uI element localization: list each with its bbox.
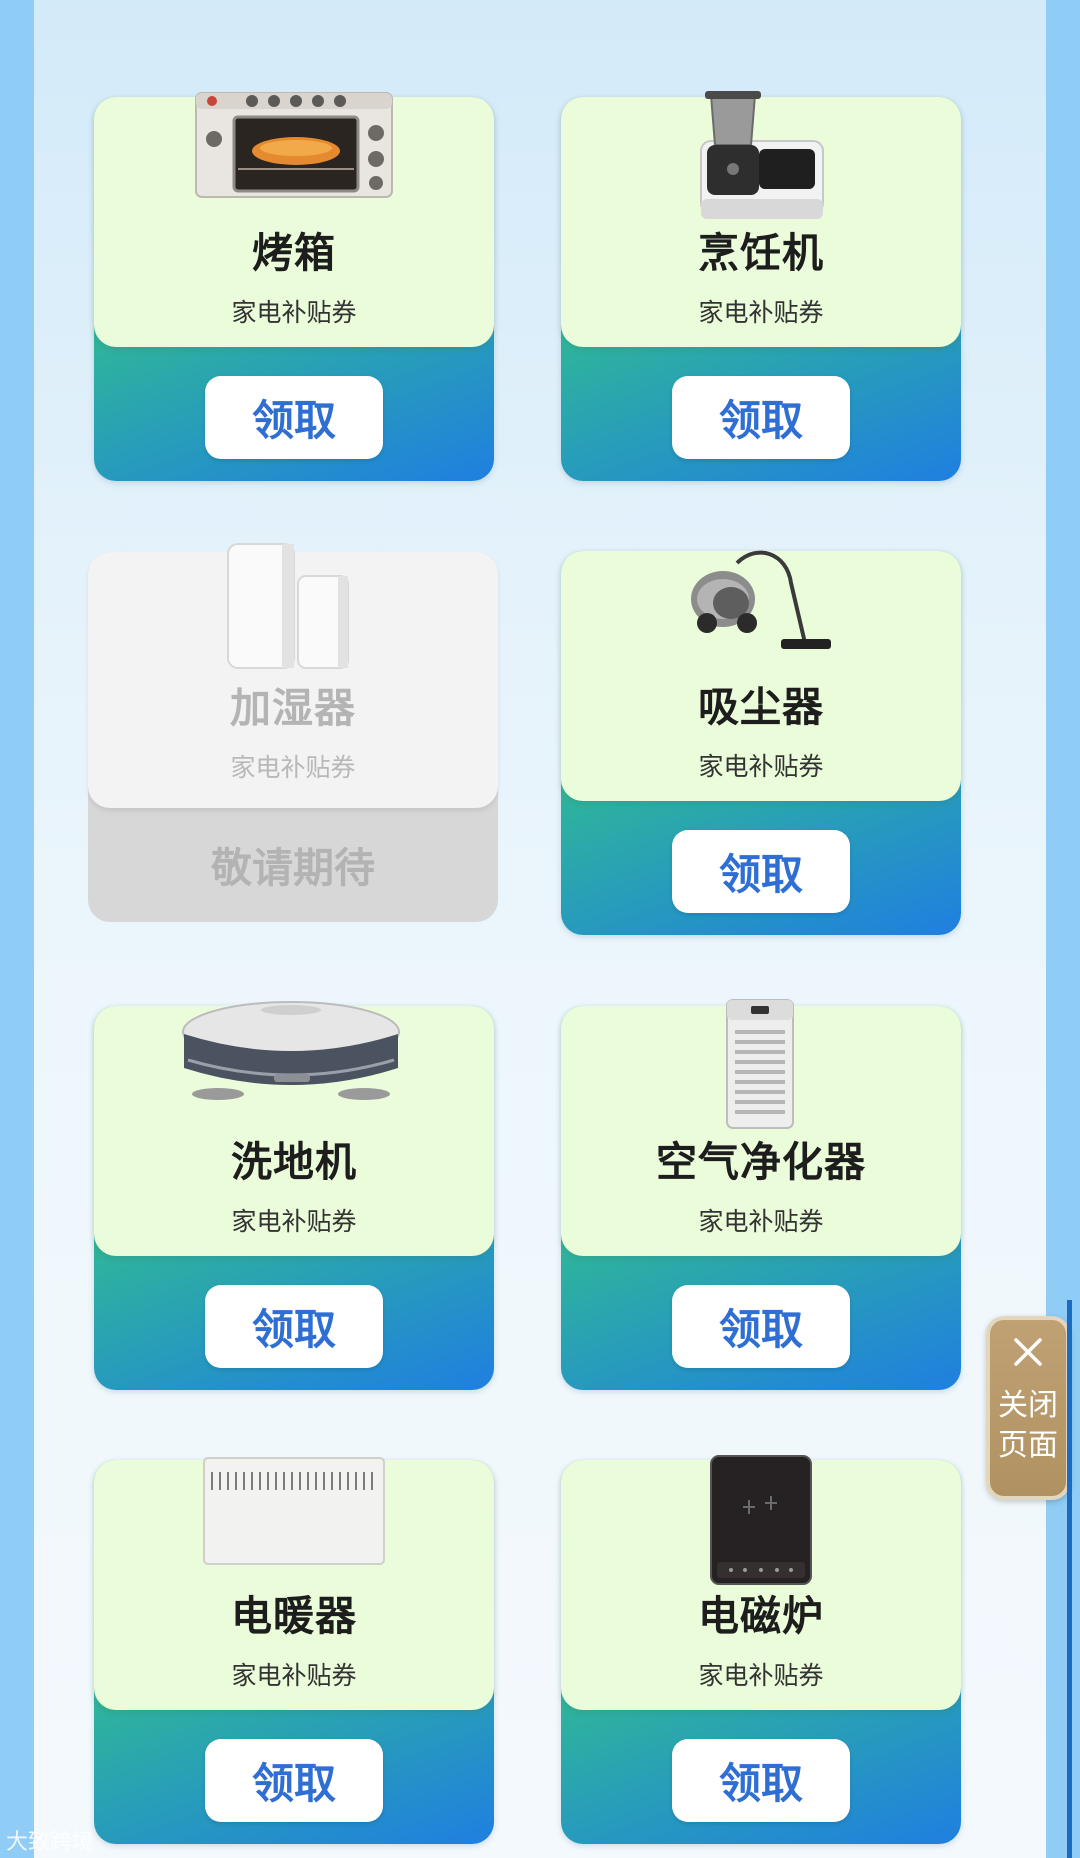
induction-cooker-image bbox=[710, 1455, 812, 1585]
coupon-card-electric-heater: 电暖器 家电补贴券 领取 bbox=[94, 1457, 494, 1844]
product-subtitle: 家电补贴券 bbox=[698, 752, 824, 781]
coupon-card-oven: 烤箱 家电补贴券 领取 bbox=[94, 92, 494, 481]
product-subtitle: 家电补贴券 bbox=[698, 1661, 824, 1690]
oven-image bbox=[195, 92, 393, 198]
claim-button[interactable]: 领取 bbox=[205, 376, 383, 459]
coupon-card-induction-cooker: 电磁炉 家电补贴券 领取 bbox=[561, 1455, 961, 1844]
coupon-card-floor-washer: 洗地机 家电补贴券 领取 bbox=[94, 1001, 494, 1390]
product-name: 加湿器 bbox=[230, 684, 356, 732]
close-page-label: 关闭 页面 bbox=[998, 1388, 1058, 1463]
coming-soon-label: 敬请期待 bbox=[211, 844, 375, 892]
claim-button[interactable]: 领取 bbox=[672, 376, 850, 459]
product-name: 吸尘器 bbox=[698, 683, 824, 731]
floor-washer-image bbox=[182, 1001, 400, 1100]
claim-button[interactable]: 领取 bbox=[205, 1285, 383, 1368]
claim-button[interactable]: 领取 bbox=[672, 830, 850, 913]
coupon-card-humidifier: 加湿器 家电补贴券 敬请期待 bbox=[88, 543, 498, 922]
scrollbar[interactable] bbox=[1067, 1300, 1072, 1858]
coupon-card-cooking-machine: 烹饪机 家电补贴券 领取 bbox=[561, 91, 961, 481]
air-purifier-image bbox=[726, 999, 794, 1129]
watermark: 大致跨境 bbox=[6, 1830, 95, 1855]
product-subtitle: 家电补贴券 bbox=[698, 1207, 824, 1236]
coupon-card-air-purifier: 空气净化器 家电补贴券 领取 bbox=[561, 999, 961, 1390]
humidifier-image bbox=[227, 543, 349, 669]
product-name: 洗地机 bbox=[231, 1138, 357, 1186]
vacuum-cleaner-image bbox=[691, 550, 831, 649]
product-name: 空气净化器 bbox=[656, 1138, 866, 1186]
coupon-card-vacuum-cleaner: 吸尘器 家电补贴券 领取 bbox=[561, 550, 961, 935]
product-subtitle: 家电补贴券 bbox=[231, 1661, 357, 1690]
cooking-machine-image bbox=[700, 91, 824, 219]
product-name: 烤箱 bbox=[252, 229, 336, 277]
electric-heater-image bbox=[203, 1457, 385, 1565]
claim-button[interactable]: 领取 bbox=[672, 1739, 850, 1822]
close-icon bbox=[1014, 1338, 1042, 1366]
product-subtitle: 家电补贴券 bbox=[230, 753, 356, 782]
product-subtitle: 家电补贴券 bbox=[231, 1207, 357, 1236]
product-subtitle: 家电补贴券 bbox=[231, 298, 357, 327]
close-page-button[interactable]: 关闭 页面 bbox=[986, 1316, 1070, 1500]
product-name: 电暖器 bbox=[231, 1592, 357, 1640]
product-name: 电磁炉 bbox=[698, 1592, 824, 1640]
claim-button[interactable]: 领取 bbox=[205, 1739, 383, 1822]
claim-button[interactable]: 领取 bbox=[672, 1285, 850, 1368]
product-subtitle: 家电补贴券 bbox=[698, 298, 824, 327]
product-name: 烹饪机 bbox=[698, 229, 824, 277]
